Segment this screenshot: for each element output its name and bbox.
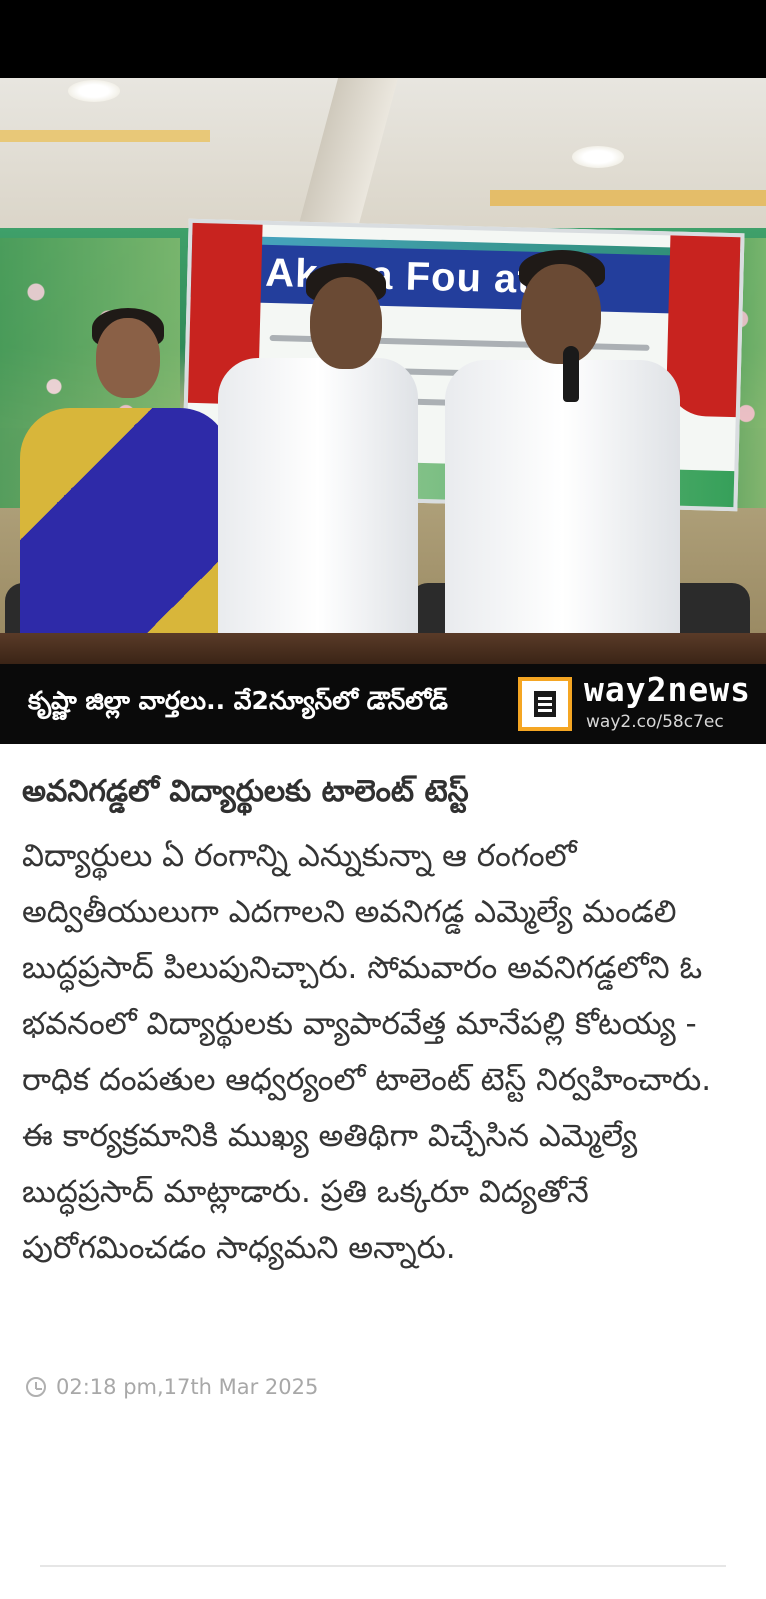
timestamp-text: 02:18 pm,17th Mar 2025 (56, 1375, 319, 1399)
photo-ceiling-lamp (572, 146, 624, 168)
photo-ceiling-light-strip (490, 190, 766, 206)
way2news-logo-icon (518, 677, 572, 731)
article-headline: అవనిగడ్డలో విద్యార్థులకు టాలెంట్ టెస్ట్ (22, 774, 469, 809)
photo-ceiling-light-strip (0, 130, 210, 142)
article-timestamp: 02:18 pm,17th Mar 2025 (26, 1372, 318, 1402)
promo-banner[interactable]: కృష్ణా జిల్లా వార్తలు.. వే2న్యూస్‌లో డౌన… (0, 664, 766, 744)
photo-shirt (445, 360, 680, 650)
status-bar (0, 0, 766, 78)
photo-shirt (218, 358, 418, 643)
photo-face (310, 277, 382, 369)
brand-url[interactable]: way2.co/58c7ec (586, 712, 724, 732)
microphone-icon (563, 346, 579, 402)
clock-icon (26, 1377, 46, 1397)
photo-ceiling-lamp (68, 80, 120, 102)
photo-person-man-center (218, 263, 418, 643)
news-photo[interactable]: Ak ara Fou ation (0, 78, 766, 664)
brand-name: way2news (584, 670, 751, 709)
photo-saree (20, 408, 230, 638)
promo-text: కృష్ణా జిల్లా వార్తలు.. వే2న్యూస్‌లో డౌన… (28, 686, 448, 715)
photo-table (0, 633, 766, 664)
photo-face (96, 318, 160, 398)
photo-person-woman (20, 308, 230, 638)
article-body: విద్యార్థులు ఏ రంగాన్ని ఎన్నుకున్నా ఆ రం… (22, 838, 712, 1266)
photo-face (521, 264, 601, 364)
divider (40, 1565, 726, 1567)
photo-person-man-speaking (445, 250, 685, 650)
